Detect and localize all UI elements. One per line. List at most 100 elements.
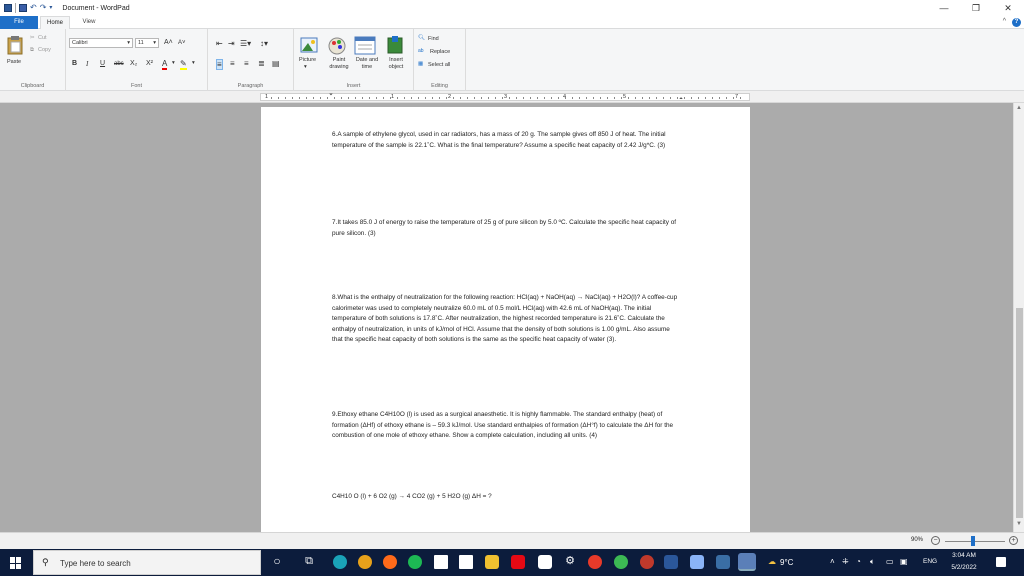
document-paragraph[interactable]: 6.A sample of ethylene glycol, used in c… — [332, 130, 680, 151]
superscript-button[interactable]: X² — [146, 60, 153, 67]
clock-time[interactable]: 3:04 AM — [949, 552, 979, 559]
file-explorer-icon[interactable] — [485, 555, 499, 569]
firefox-icon[interactable] — [383, 555, 397, 569]
date-time-icon[interactable] — [354, 35, 376, 55]
align-center-icon[interactable]: ≡ — [230, 59, 235, 68]
zoom-in-button[interactable]: + — [1009, 536, 1018, 545]
clock-date[interactable]: 5/2/2022 — [946, 564, 982, 571]
app-icon[interactable] — [640, 555, 654, 569]
paint-drawing-button[interactable]: Paint drawing — [328, 57, 350, 71]
scrollbar-thumb[interactable] — [1016, 308, 1023, 518]
netflix-icon[interactable] — [511, 555, 525, 569]
media-player-icon[interactable] — [588, 555, 602, 569]
task-view-icon[interactable]: ⧉ — [302, 554, 316, 568]
copy-button[interactable]: Copy — [38, 47, 51, 53]
word-icon[interactable] — [664, 555, 678, 569]
highlight-color-icon[interactable]: ✎ — [180, 59, 187, 70]
notifications-icon[interactable] — [996, 557, 1006, 567]
strikethrough-button[interactable]: abc — [114, 61, 124, 67]
increase-indent-icon[interactable]: ⇥ — [228, 39, 235, 48]
wifi-icon[interactable]: ◔ — [856, 557, 861, 566]
tab-file[interactable]: File — [0, 16, 38, 29]
document-paragraph[interactable]: 7.It takes 85.0 J of energy to raise the… — [332, 218, 680, 239]
customize-qat-icon[interactable]: ▾ — [49, 4, 52, 12]
minimize-button[interactable]: — — [930, 0, 958, 16]
windows-start-icon[interactable] — [10, 557, 22, 569]
document-paragraph[interactable]: 9.Ethoxy ethane C4H10O (l) is used as a … — [332, 410, 680, 442]
document-paragraph[interactable]: C4H10 O (l) + 6 O2 (g) → 4 CO2 (g) + 5 H… — [332, 492, 680, 503]
right-indent-marker[interactable]: ⏶ — [679, 96, 683, 102]
scroll-up-icon[interactable]: ▲ — [1016, 105, 1022, 111]
chrome-profile-icon[interactable] — [614, 555, 628, 569]
shrink-font-button[interactable]: A˅ — [178, 40, 186, 46]
insert-object-button[interactable]: Insert object — [384, 57, 408, 71]
left-indent-marker[interactable]: ⏷ — [329, 92, 333, 98]
bold-button[interactable]: B — [72, 60, 77, 67]
language-indicator[interactable]: ENG — [923, 558, 937, 565]
document-paragraph[interactable]: 8.What is the enthalpy of neutralization… — [332, 293, 680, 346]
save-icon[interactable] — [19, 4, 27, 12]
paragraph-settings-icon[interactable]: ▤ — [272, 59, 280, 68]
insert-object-icon[interactable] — [386, 35, 404, 55]
underline-button[interactable]: U — [100, 60, 105, 67]
justify-icon[interactable]: ≣ — [258, 59, 265, 68]
line-spacing-icon[interactable]: ↕▾ — [260, 39, 268, 48]
redo-icon[interactable]: ↷ — [40, 4, 47, 12]
chrome-icon[interactable] — [358, 555, 372, 569]
zoom-slider-thumb[interactable] — [971, 536, 975, 546]
font-family-select[interactable]: Calibri ▾ — [69, 38, 133, 48]
select-all-button[interactable]: Select all — [428, 62, 450, 68]
date-time-button[interactable]: Date and time — [354, 57, 380, 71]
paste-button[interactable]: Paste — [7, 59, 21, 65]
undo-icon[interactable]: ↶ — [30, 4, 37, 12]
document-icon[interactable] — [459, 555, 473, 569]
ruler-tick — [558, 97, 559, 99]
font-size-select[interactable]: 11 ▾ — [135, 38, 159, 48]
photos-icon[interactable] — [716, 555, 730, 569]
weather-temperature[interactable]: 9°C — [780, 558, 793, 567]
find-button[interactable]: Find — [428, 36, 439, 42]
align-left-icon[interactable]: ≡ — [216, 59, 223, 70]
bullet-list-icon[interactable]: ☰▾ — [240, 39, 251, 48]
align-right-icon[interactable]: ≡ — [244, 59, 249, 68]
close-button[interactable]: ✕ — [994, 0, 1022, 16]
wordpad-app-icon[interactable] — [4, 4, 12, 12]
settings-icon[interactable]: ⚙ — [563, 554, 577, 568]
zoom-slider[interactable] — [945, 541, 1005, 542]
tab-home[interactable]: Home — [40, 16, 70, 29]
picture-icon[interactable] — [300, 37, 318, 53]
edge-icon[interactable] — [333, 555, 347, 569]
volume-icon[interactable]: 🔈︎ — [870, 557, 875, 567]
vertical-scrollbar[interactable]: ▲ ▼ — [1013, 103, 1024, 532]
paste-icon[interactable] — [7, 35, 23, 55]
zoom-out-button[interactable]: − — [931, 536, 940, 545]
ruler-tick — [712, 97, 713, 99]
cortana-icon[interactable]: ○ — [270, 554, 284, 568]
keyboard-icon[interactable]: ▣ — [900, 557, 908, 566]
onedrive-icon[interactable]: ▭ — [886, 557, 894, 566]
paint-drawing-icon[interactable] — [328, 35, 346, 55]
maximize-button[interactable]: ❐ — [962, 0, 990, 16]
paint-icon[interactable] — [690, 555, 704, 569]
document-page[interactable]: 6.A sample of ethylene glycol, used in c… — [261, 107, 750, 532]
picture-button[interactable]: Picture — [299, 57, 316, 63]
decrease-indent-icon[interactable]: ⇤ — [216, 39, 223, 48]
store-icon[interactable] — [538, 555, 552, 569]
show-hidden-icons-icon[interactable]: ˄ — [830, 557, 835, 566]
italic-button[interactable]: I — [86, 60, 88, 68]
text-color-button[interactable]: A — [162, 59, 168, 70]
network-icon[interactable]: ⁜ — [842, 557, 849, 566]
spotify-icon[interactable] — [408, 555, 422, 569]
cut-button[interactable]: Cut — [38, 35, 47, 41]
ruler[interactable]: 1 1 2 3 4 5 7 ⏷ ⏶ — [260, 92, 750, 102]
tab-view[interactable]: View — [74, 16, 104, 29]
notepad-icon[interactable] — [434, 555, 448, 569]
help-icon[interactable]: ? — [1012, 18, 1021, 27]
wordpad-taskbar-icon[interactable] — [738, 553, 756, 571]
ribbon-collapse-icon[interactable]: ^ — [1003, 18, 1006, 25]
scroll-down-icon[interactable]: ▼ — [1016, 521, 1022, 527]
subscript-button[interactable]: X₂ — [130, 60, 137, 67]
grow-font-button[interactable]: A˄ — [164, 39, 173, 46]
replace-button[interactable]: Replace — [430, 49, 450, 55]
taskbar-search-box[interactable]: ⚲ Type here to search — [33, 550, 261, 575]
